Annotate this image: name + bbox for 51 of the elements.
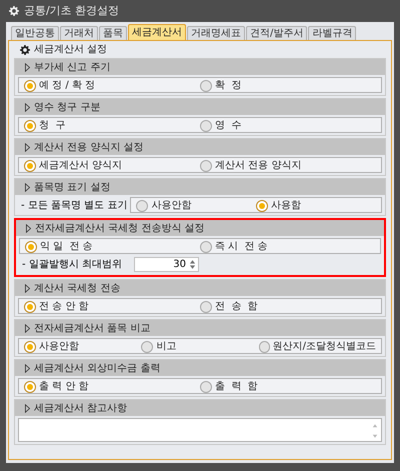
panel-title: 세금계산서 설정 (34, 43, 108, 57)
section-title: 부가세 신고 주기 (34, 60, 110, 74)
tab[interactable]: 일반공통 (11, 26, 59, 40)
tab[interactable]: 세금계산서 (128, 24, 186, 40)
radio-option[interactable]: 영 수 (200, 118, 376, 133)
settings-icon (20, 44, 30, 54)
section-title: 전자세금계산서 국세청 전송방식 설정 (35, 222, 205, 236)
radio-option[interactable]: 사용안함 (24, 339, 142, 354)
section-title: 세금계산서 참고사항 (34, 402, 128, 416)
section-title: 계산서 전용 양식지 설정 (34, 140, 144, 154)
tab[interactable]: 품목 (99, 26, 127, 40)
radio-option[interactable]: 전 송 함 (200, 299, 376, 314)
radio-option[interactable]: 즉 시 전 송 (200, 239, 375, 254)
radio-option[interactable]: 계산서 전용 양식지 (200, 158, 376, 173)
expand-arrow-icon[interactable] (25, 182, 30, 192)
radio-option[interactable]: 출 력 안 함 (24, 379, 200, 394)
spin-arrows-icon[interactable] (188, 258, 196, 270)
tab[interactable]: 거래처 (60, 26, 98, 40)
option-label: - 모든 품목명 별도 표기 (20, 198, 128, 212)
radio-option[interactable]: 확 정 (200, 78, 376, 93)
radio-option[interactable]: 익 일 전 송 (25, 239, 200, 254)
radio-option[interactable]: 청 구 (24, 118, 200, 133)
expand-arrow-icon[interactable] (25, 102, 30, 112)
radio-option[interactable]: 예 정 / 확 정 (24, 78, 200, 93)
settings-icon (9, 6, 19, 16)
tab[interactable]: 라벨규격 (308, 26, 356, 40)
radio-option[interactable]: 전 송 안 함 (24, 299, 200, 314)
expand-arrow-icon[interactable] (25, 324, 30, 332)
option-label: - 일괄발행시 최대범위 (21, 258, 122, 272)
expand-arrow-icon[interactable] (26, 224, 31, 232)
section-title: 세금계산서 외상미수금 출력 (34, 362, 160, 376)
radio-option[interactable]: 사용함 (256, 198, 376, 213)
tab[interactable]: 거래명세표 (187, 26, 245, 40)
radio-option[interactable]: 원산지/조달청식별코드 (258, 339, 376, 354)
notes-field[interactable] (18, 418, 382, 442)
expand-arrow-icon[interactable] (25, 142, 30, 152)
window-title: 공통/기초 환경설정 (24, 2, 120, 19)
section-title: 영수 청구 구분 (34, 100, 100, 114)
radio-option[interactable]: 비고 (141, 339, 259, 354)
section-title: 계산서 국세청 전송 (34, 282, 120, 296)
section-title: 품목명 표기 설정 (34, 180, 110, 194)
radio-option[interactable]: 출 력 함 (200, 379, 376, 394)
radio-option[interactable]: 세금계산서 양식지 (24, 158, 200, 173)
section-title: 전자세금계산서 품목 비교 (34, 322, 150, 336)
number-spinner[interactable]: 30 (134, 256, 199, 272)
expand-arrow-icon[interactable] (25, 364, 30, 372)
expand-arrow-icon[interactable] (25, 62, 30, 72)
expand-arrow-icon[interactable] (25, 284, 30, 292)
radio-option[interactable]: 사용안함 (136, 198, 256, 213)
expand-arrow-icon[interactable] (25, 404, 30, 412)
tab[interactable]: 견적/발주서 (246, 26, 308, 40)
